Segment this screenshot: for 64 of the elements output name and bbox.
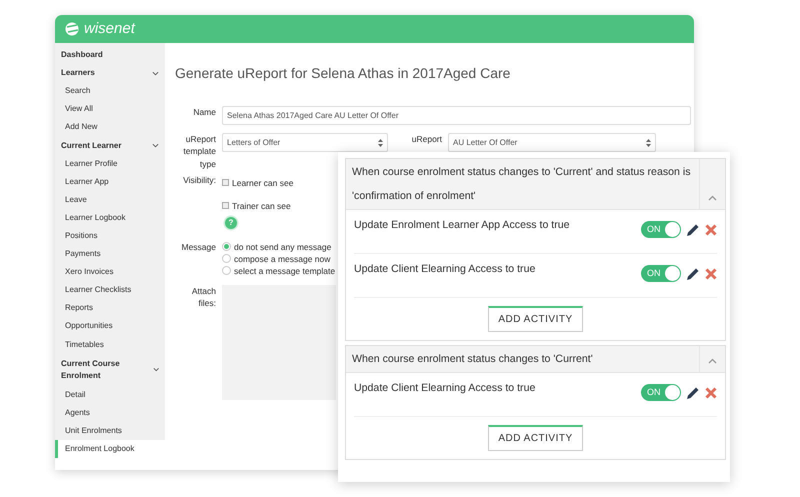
sidebar-item[interactable]: Add New <box>55 118 165 136</box>
sidebar-item[interactable]: Unit Enrolments <box>55 422 165 440</box>
activity-text: Update Enrolment Learner App Access to true <box>354 218 570 233</box>
page-title: Generate uReport for Selena Athas in 2017Aged Care <box>175 64 512 83</box>
sidebar-item[interactable]: Learner Checklists <box>55 281 165 300</box>
pencil-icon[interactable] <box>686 222 700 236</box>
checkbox-label: Learner can see <box>232 176 294 190</box>
delete-icon[interactable] <box>705 224 717 236</box>
add-activity-button[interactable]: ADD ACTIVITY <box>488 306 583 332</box>
add-activity-button[interactable]: ADD ACTIVITY <box>488 425 583 451</box>
field-label: uReport template type <box>182 133 216 170</box>
delete-icon[interactable] <box>705 268 717 280</box>
sidebar-item[interactable]: Leave <box>55 190 165 209</box>
chevron-icon <box>152 70 159 77</box>
sidebar-item[interactable]: Learner App <box>55 172 165 191</box>
radio-label: compose a message now <box>234 252 330 266</box>
sidebar-item[interactable]: Payments <box>55 245 165 264</box>
sidebar-item[interactable]: Learners <box>55 64 165 82</box>
chevron-icon <box>152 366 159 374</box>
sidebar-item[interactable]: Learner Profile <box>55 154 165 173</box>
rule-condition: When course enrolment status changes to 'Current' <box>351 352 594 367</box>
sidebar-item[interactable]: Current Course Enrolment <box>55 354 165 386</box>
sidebar-item[interactable]: Dashboard <box>55 46 165 64</box>
field-label: Attach files: <box>190 284 216 310</box>
chevron-icon <box>152 142 159 150</box>
field-label: Message <box>180 240 216 254</box>
sidebar-item[interactable]: Positions <box>55 226 165 246</box>
field-label: Visibility: <box>182 174 216 187</box>
name-field[interactable]: Selena Athas 2017Aged Care AU Letter Of Offer <box>222 106 691 125</box>
activity-text: Update Client Elearning Access to true <box>354 381 536 396</box>
field-label: uReport <box>410 133 442 146</box>
sidebar-item[interactable]: Reports <box>55 299 165 318</box>
field-label: Name <box>192 106 216 119</box>
sidebar-item[interactable]: Opportunities <box>55 317 165 336</box>
pencil-icon[interactable] <box>686 386 700 400</box>
activity-text: Update Client Elearning Access to true <box>354 262 536 277</box>
select-arrows-icon <box>646 138 651 146</box>
template-select[interactable]: AU Letter Of Offer <box>448 133 656 152</box>
select-arrows-icon <box>378 138 383 146</box>
delete-icon[interactable] <box>705 386 717 398</box>
sidebar-item[interactable]: Learner Logbook <box>55 208 165 227</box>
sidebar-item[interactable]: Enrolment Logbook <box>55 440 165 458</box>
sidebar-item[interactable]: Detail <box>55 386 165 404</box>
radio-button[interactable] <box>222 266 231 276</box>
checkbox[interactable] <box>222 179 229 186</box>
sidebar-item[interactable]: Timetables <box>55 336 165 354</box>
radio-label: select a message template <box>234 264 336 278</box>
checkbox-label: Trainer can see <box>232 200 291 212</box>
checkbox[interactable] <box>222 202 229 210</box>
sidebar-item[interactable]: Current Learner <box>55 136 165 155</box>
radio-label: do not send any message <box>234 240 332 254</box>
sidebar-item[interactable]: View All <box>55 100 165 118</box>
chevron-up-icon <box>708 195 717 201</box>
rule-condition: When course enrolment status changes to 'Current' and status reason is 'confirmation of enrolment' <box>351 165 692 204</box>
radio-button[interactable] <box>222 254 231 264</box>
sidebar-item[interactable]: Agents <box>55 404 165 422</box>
logo-text: wisenet <box>84 18 135 39</box>
radio-button[interactable] <box>222 242 231 252</box>
chevron-up-icon <box>708 358 717 364</box>
pencil-icon[interactable] <box>686 266 700 280</box>
logo-icon <box>65 22 81 36</box>
sidebar-item[interactable]: Xero Invoices <box>55 263 165 282</box>
template-type-select[interactable]: Letters of Offer <box>222 133 388 152</box>
sidebar-item[interactable]: Search <box>55 82 165 100</box>
